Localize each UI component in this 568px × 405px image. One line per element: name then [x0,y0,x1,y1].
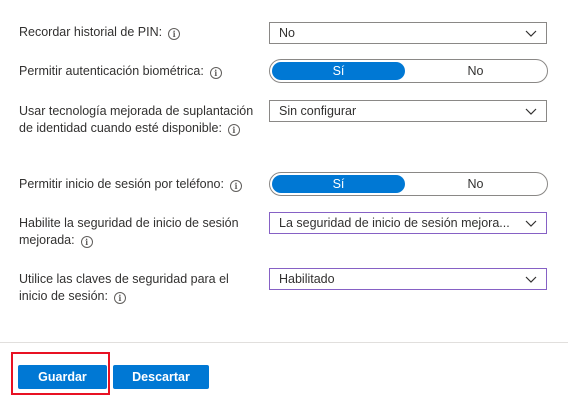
label-pin-history: Recordar historial de PIN: i [19,24,259,41]
info-icon[interactable]: i [113,292,126,304]
phone-sign-in-no-option[interactable]: No [409,175,542,193]
label-anti-spoofing: Usar tecnología mejorada de suplantación… [19,104,254,136]
info-icon[interactable]: i [80,236,93,248]
pin-history-dropdown[interactable]: No [269,22,547,44]
label-biometric: Permitir autenticación biométrica: i [19,63,259,80]
footer-divider [0,342,568,343]
label-security-keys: Utilice las claves de seguridad para el … [19,272,229,304]
chevron-down-icon [525,220,537,227]
info-icon[interactable]: i [229,180,242,192]
info-icon[interactable]: i [209,67,222,79]
biometric-no-option[interactable]: No [409,62,542,80]
security-keys-value: Habilitado [279,272,335,286]
anti-spoofing-value: Sin configurar [279,104,357,118]
chevron-down-icon [525,30,537,37]
info-icon[interactable]: i [227,124,240,136]
info-icon[interactable]: i [168,28,181,40]
security-keys-dropdown[interactable]: Habilitado [269,268,547,290]
phone-sign-in-yes-option[interactable]: Sí [272,175,405,193]
chevron-down-icon [525,108,537,115]
label-enhanced-sign-in-security: Habilite la seguridad de inicio de sesió… [19,216,239,248]
save-button[interactable]: Guardar [18,365,107,389]
settings-panel: Recordar historial de PIN: i No Permitir … [0,0,568,405]
phone-sign-in-toggle[interactable]: Sí No [269,172,548,196]
biometric-yes-option[interactable]: Sí [272,62,405,80]
label-phone-sign-in: Permitir inicio de sesión por teléfono: i [19,176,259,193]
anti-spoofing-dropdown[interactable]: Sin configurar [269,100,547,122]
biometric-toggle[interactable]: Sí No [269,59,548,83]
chevron-down-icon [525,276,537,283]
enhanced-sign-in-security-value: La seguridad de inicio de sesión mejora.… [279,216,510,230]
discard-button[interactable]: Descartar [113,365,209,389]
pin-history-value: No [279,26,295,40]
enhanced-sign-in-security-dropdown[interactable]: La seguridad de inicio de sesión mejora.… [269,212,547,234]
